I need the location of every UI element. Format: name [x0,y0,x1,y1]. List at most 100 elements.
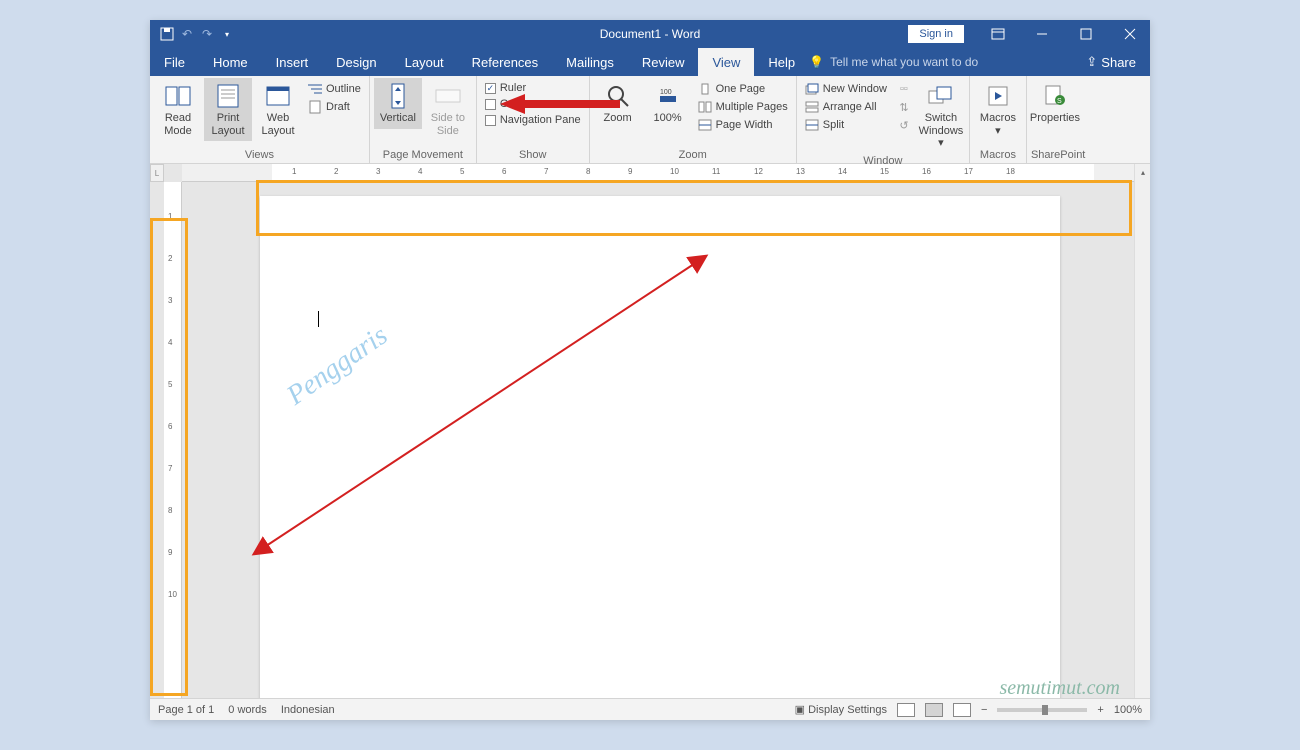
multiple-pages-button[interactable]: Multiple Pages [698,100,788,114]
navigation-pane-checkbox[interactable]: Navigation Pane [485,114,581,126]
zoom-level[interactable]: 100% [1114,704,1142,716]
site-watermark: semutimut.com [999,677,1120,700]
multi-page-icon [698,100,712,114]
save-icon[interactable] [160,27,174,41]
highlight-horizontal-ruler [256,180,1132,236]
tell-me-search[interactable]: 💡 Tell me what you want to do [809,55,978,69]
display-settings[interactable]: ▣ Display Settings [795,703,887,716]
group-sharepoint: S Properties SharePoint [1027,76,1089,163]
zoom-icon [604,82,632,110]
web-layout-view-icon[interactable] [953,703,971,717]
share-label: Share [1101,55,1136,70]
read-mode-button[interactable]: Read Mode [154,78,202,141]
print-layout-view-icon[interactable] [925,703,943,717]
switch-windows-label: Switch Windows ▾ [919,112,964,150]
zoom-button[interactable]: Zoom [594,78,642,129]
group-zoom: Zoom 100 100% One Page Multiple Pages Pa… [590,76,797,163]
ribbon: Read Mode Print Layout Web Layout Outlin… [150,76,1150,164]
macros-icon [984,82,1012,110]
document-title: Document1 - Word [600,27,700,41]
tab-home[interactable]: Home [199,48,262,76]
ruler-corner: L [150,164,164,182]
word-window: ↶ ↷ ▾ Document1 - Word Sign in File Home… [150,20,1150,720]
read-mode-label: Read Mode [156,112,200,137]
qat-more-icon[interactable]: ▾ [220,27,234,41]
web-layout-label: Web Layout [256,112,300,137]
properties-label: Properties [1030,112,1080,125]
split-label: Split [823,119,844,131]
tab-view[interactable]: View [698,48,754,76]
zoom-out-button[interactable]: − [981,704,987,716]
macros-label: Macros ▾ [976,112,1020,137]
one-page-icon [698,82,712,96]
gridlines-label: Gridlines [500,98,543,110]
page-count[interactable]: Page 1 of 1 [158,704,214,716]
tab-mailings[interactable]: Mailings [552,48,628,76]
read-mode-view-icon[interactable] [897,703,915,717]
hundred-icon: 100 [654,82,682,110]
ruler-label: Ruler [500,82,526,94]
gridlines-checkbox[interactable]: Gridlines [485,98,581,110]
language[interactable]: Indonesian [281,704,335,716]
sign-in-button[interactable]: Sign in [908,25,964,43]
hundred-label: 100% [654,112,682,125]
new-window-icon [805,82,819,96]
zoom-slider[interactable] [997,708,1087,712]
vertical-scrollbar[interactable]: ▴ [1134,164,1150,698]
draft-button[interactable]: Draft [308,100,361,114]
tab-help[interactable]: Help [754,48,809,76]
gridlines-check-icon [485,99,496,110]
print-layout-button[interactable]: Print Layout [204,78,252,141]
maximize-button[interactable] [1066,20,1106,48]
split-button[interactable]: Split [805,118,887,132]
page-width-icon [698,118,712,132]
outline-icon [308,82,322,96]
zoom-in-button[interactable]: + [1097,704,1103,716]
tab-review[interactable]: Review [628,48,699,76]
tab-file[interactable]: File [150,48,199,76]
properties-button[interactable]: S Properties [1031,78,1079,129]
minimize-button[interactable] [1022,20,1062,48]
undo-icon[interactable]: ↶ [180,27,194,41]
one-page-label: One Page [716,83,766,95]
draft-label: Draft [326,101,350,113]
new-window-button[interactable]: New Window [805,82,887,96]
svg-text:S: S [1057,98,1062,105]
share-button[interactable]: ⇪ Share [1072,54,1150,70]
group-page-movement-label: Page Movement [374,148,472,163]
web-layout-button[interactable]: Web Layout [254,78,302,141]
outline-button[interactable]: Outline [308,82,361,96]
arrange-all-icon [805,100,819,114]
switch-windows-button[interactable]: Switch Windows ▾ [917,78,965,154]
hundred-percent-button[interactable]: 100 100% [644,78,692,129]
redo-icon[interactable]: ↷ [200,27,214,41]
page-width-label: Page Width [716,119,773,131]
highlight-vertical-ruler [150,218,188,696]
page-width-button[interactable]: Page Width [698,118,788,132]
scroll-up-icon[interactable]: ▴ [1135,164,1150,180]
document-page[interactable] [260,196,1060,698]
group-zoom-label: Zoom [594,148,792,163]
macros-button[interactable]: Macros ▾ [974,78,1022,141]
switch-windows-icon [927,82,955,110]
close-button[interactable] [1110,20,1150,48]
tab-references[interactable]: References [458,48,552,76]
tab-design[interactable]: Design [322,48,390,76]
group-page-movement: Vertical Side to Side Page Movement [370,76,477,163]
ruler-checkbox[interactable]: Ruler [485,82,581,94]
word-count[interactable]: 0 words [228,704,267,716]
reset-window-button: ↺ [897,118,911,132]
group-macros-label: Macros [974,148,1022,163]
tab-insert[interactable]: Insert [262,48,323,76]
text-cursor [318,311,319,327]
ribbon-options-icon[interactable] [978,20,1018,48]
arrange-all-button[interactable]: Arrange All [805,100,887,114]
vertical-button[interactable]: Vertical [374,78,422,129]
group-window: New Window Arrange All Split ▫▫ ⇅ ↺ Swit… [797,76,970,163]
one-page-button[interactable]: One Page [698,82,788,96]
tab-layout[interactable]: Layout [391,48,458,76]
share-icon: ⇪ [1086,54,1097,70]
draft-icon [308,100,322,114]
group-show-label: Show [481,148,585,163]
reset-window-icon: ↺ [897,118,911,132]
